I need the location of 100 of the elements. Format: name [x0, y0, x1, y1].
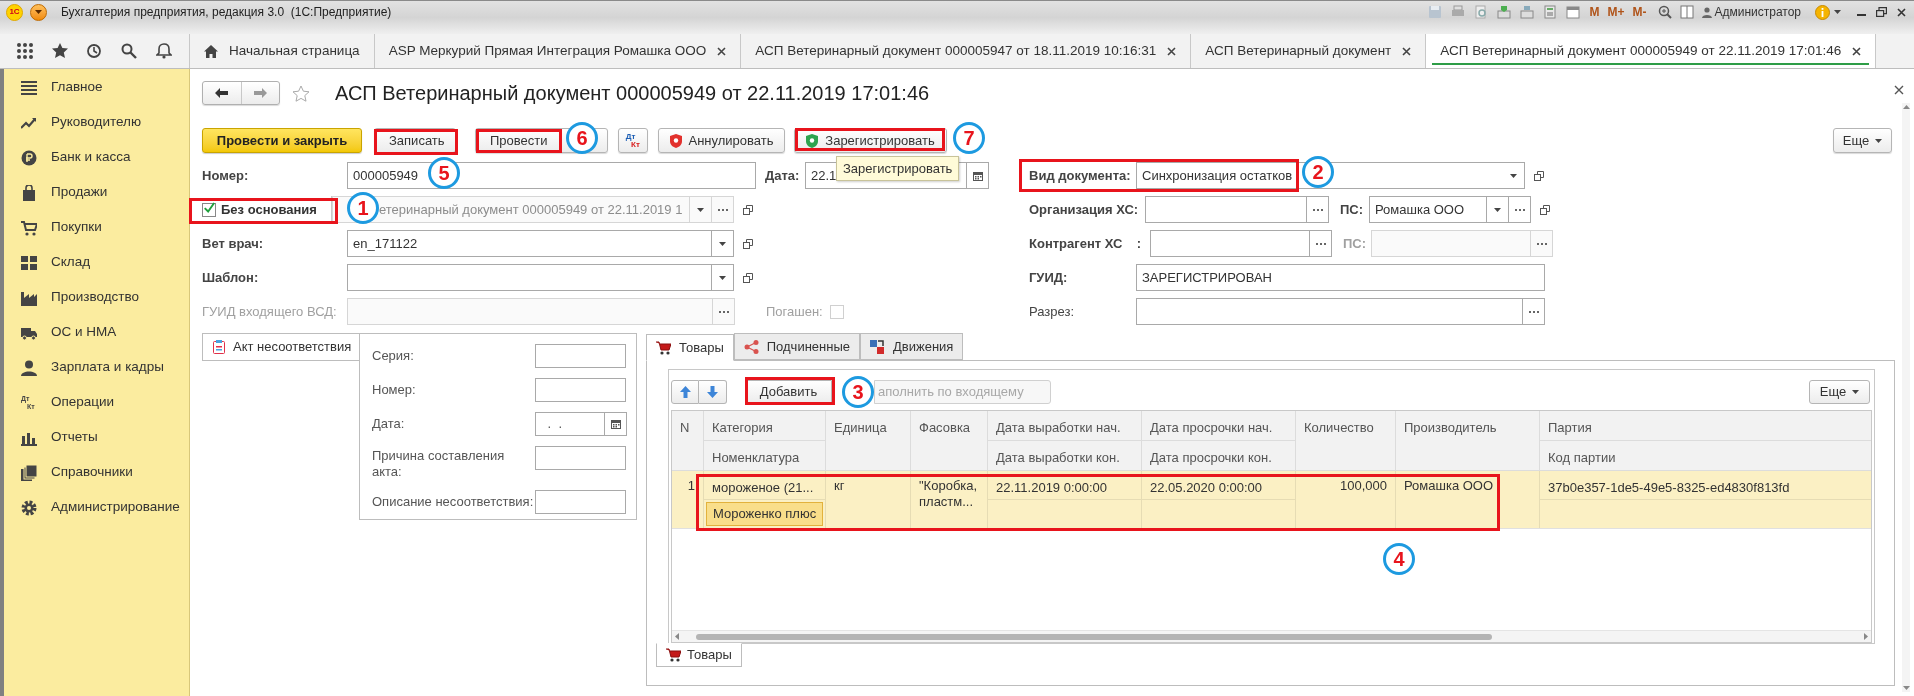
- sidebar-item[interactable]: Зарплата и кадры: [4, 350, 189, 385]
- tab[interactable]: Движения: [860, 333, 964, 360]
- memory-button[interactable]: M: [1589, 3, 1600, 21]
- field-label: Серия:: [372, 347, 415, 366]
- input-field[interactable]: Ромашка ООО: [1369, 196, 1487, 223]
- user-name[interactable]: Администратор: [1714, 3, 1801, 21]
- dropdown-button[interactable]: [712, 230, 734, 257]
- arrow-down-icon: [707, 386, 718, 398]
- more-button[interactable]: Еще: [1809, 380, 1870, 404]
- input-field[interactable]: [535, 446, 626, 470]
- column-header[interactable]: Категория: [704, 411, 826, 441]
- input-field[interactable]: [1145, 196, 1307, 223]
- field-label: Номер:: [202, 166, 250, 185]
- tab[interactable]: АСП Ветеринарный документ 000005949 от 22.11.2019 17:01:46: [1426, 34, 1877, 68]
- caret-icon: [1834, 10, 1841, 14]
- send-icon: [1497, 5, 1512, 19]
- sidebar-item[interactable]: Администрирование: [4, 490, 189, 525]
- dropdown-button[interactable]: [690, 196, 712, 223]
- input-field[interactable]: [1150, 230, 1310, 257]
- cart-icon: [21, 219, 37, 236]
- sidebar-item[interactable]: Главное: [4, 70, 189, 105]
- input-field[interactable]: [347, 264, 712, 291]
- menu-button[interactable]: [30, 3, 47, 21]
- open-window-icon: [743, 204, 753, 215]
- no-basis-checkbox[interactable]: Без основания: [196, 196, 332, 223]
- input-field[interactable]: Синхронизация остатков: [1136, 162, 1296, 189]
- calendar-button[interactable]: [967, 162, 989, 189]
- table-cell[interactable]: Мороженко плюс: [706, 502, 823, 526]
- ellipsis-icon: [718, 310, 729, 313]
- sidebar-item[interactable]: Продажи: [4, 175, 189, 210]
- clipboard-icon: [213, 340, 225, 354]
- tab[interactable]: Товары: [656, 643, 742, 667]
- memory-button[interactable]: M+: [1607, 3, 1625, 21]
- debit-credit-button[interactable]: Дт Кт: [618, 128, 648, 153]
- input-field[interactable]: [535, 344, 626, 368]
- shield-icon: [806, 133, 819, 148]
- input-field[interactable]: . .: [535, 412, 605, 436]
- memory-button[interactable]: M-: [1632, 3, 1647, 21]
- sidebar-item[interactable]: ОС и НМА: [4, 315, 189, 350]
- input-field[interactable]: [1136, 298, 1523, 325]
- navigation-buttons[interactable]: [202, 81, 280, 105]
- move-up-button[interactable]: [671, 380, 699, 404]
- info-icon: [1815, 4, 1830, 20]
- sidebar-item[interactable]: Справочники: [4, 455, 189, 490]
- column-header[interactable]: Дата просрочки нач.: [1142, 411, 1296, 441]
- shield-icon: [669, 133, 682, 148]
- ellipsis-icon: [717, 208, 728, 211]
- scrollbar[interactable]: [672, 630, 1871, 642]
- caret-icon: [697, 207, 704, 212]
- select-button[interactable]: [1310, 230, 1332, 257]
- receive-icon: [1520, 5, 1535, 19]
- act-tab[interactable]: Акт несоответствия: [202, 333, 359, 361]
- sidebar-item[interactable]: Производство: [4, 280, 189, 315]
- cancel-button[interactable]: Аннулировать: [658, 128, 785, 153]
- field-label: ГУИД входящего ВСД:: [202, 302, 338, 321]
- coin-icon: [21, 149, 37, 166]
- post-and-close-button[interactable]: Провести и закрыть: [202, 128, 362, 153]
- input-field[interactable]: [535, 490, 626, 514]
- input-field[interactable]: en_171122: [347, 230, 712, 257]
- more-button[interactable]: Еще: [1833, 128, 1892, 153]
- close-icon[interactable]: [1852, 46, 1862, 56]
- app-logo: 1С: [6, 3, 23, 21]
- sidebar-item[interactable]: Руководителю: [4, 105, 189, 140]
- sidebar-item[interactable]: Отчеты: [4, 420, 189, 455]
- tab[interactable]: Товары: [646, 334, 734, 361]
- user-icon: [1702, 6, 1713, 18]
- sidebar-item[interactable]: Склад: [4, 245, 189, 280]
- input-field[interactable]: [535, 378, 626, 402]
- dropdown-button[interactable]: [1503, 162, 1525, 189]
- scroll-left-icon: [675, 633, 679, 640]
- open-window-icon: [743, 272, 753, 283]
- grid-icon: [21, 254, 37, 271]
- caret-icon: [719, 275, 726, 280]
- close-icon[interactable]: [1167, 46, 1177, 56]
- dropdown-button[interactable]: [712, 264, 734, 291]
- field-label: ПС:: [1340, 200, 1365, 219]
- move-down-button[interactable]: [699, 380, 727, 404]
- close-icon[interactable]: [1402, 46, 1412, 56]
- select-button[interactable]: [1307, 196, 1329, 223]
- checkbox[interactable]: [202, 202, 216, 217]
- history-icon: [86, 43, 103, 59]
- close-icon[interactable]: [717, 46, 727, 56]
- tab[interactable]: Подчиненные: [733, 333, 860, 360]
- sidebar-item[interactable]: Банк и касса: [4, 140, 189, 175]
- calendar-button[interactable]: [605, 412, 627, 436]
- dropdown-button[interactable]: [1487, 196, 1509, 223]
- scrollbar[interactable]: [1902, 103, 1910, 692]
- sidebar-item[interactable]: Покупки: [4, 210, 189, 245]
- field-label: ПС:: [1343, 234, 1368, 253]
- column-header[interactable]: Партия: [1540, 411, 1871, 441]
- scrollbar-thumb[interactable]: [696, 633, 1492, 640]
- calculator-icon: [1543, 5, 1558, 19]
- star-icon: [292, 84, 310, 102]
- select-button[interactable]: [1523, 298, 1545, 325]
- table-row[interactable]: 1 мороженое (21... Мороженко плюс кг "Коробка, пластм... 22.11.2019 0:00:00 22.05.2020 0:00:00 100,000 Ромашка ООО 37b0e357-1de5-49e5-8325-ed4830f813fd: [672, 471, 1871, 529]
- column-header[interactable]: Дата выработки нач.: [988, 411, 1142, 441]
- table-cell: Ромашка ООО: [1396, 471, 1540, 528]
- input-field[interactable]: ЗАРЕГИСТРИРОВАН: [1136, 264, 1545, 291]
- cart-icon: [666, 648, 681, 662]
- menu-icon: [21, 79, 37, 96]
